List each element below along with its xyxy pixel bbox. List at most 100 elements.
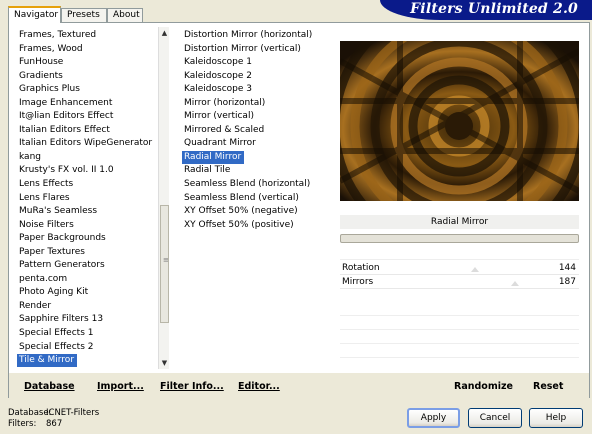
category-item-label: Lens Flares [19,192,70,203]
category-item-label: Paper Backgrounds [19,233,106,244]
app-title: Filters Unlimited 2.0 [410,1,578,17]
category-item[interactable]: Italian Editors WipeGenerator [17,137,167,151]
filter-item[interactable]: XY Offset 50% (negative) [182,205,337,219]
category-item-label: It@lian Editors Effect [19,111,114,122]
filter-item-label: Mirror (vertical) [184,111,254,122]
filter-list[interactable]: Distortion Mirror (horizontal) Distortion… [182,29,337,232]
filter-name-label: Radial Mirror [340,215,579,229]
category-item[interactable]: Lens Flares [17,192,167,206]
category-item[interactable]: Render [17,300,167,314]
category-item-label: Paper Textures [19,246,85,257]
category-item[interactable]: penta.com [17,273,167,287]
filter-item[interactable]: Distortion Mirror (horizontal) [182,29,337,43]
filter-item[interactable]: Mirrored & Scaled [182,124,337,138]
param-name: Mirrors [342,277,374,287]
filter-item-label: Radial Mirror [182,150,245,165]
category-item-label: Gradients [19,70,63,81]
filter-item-label: Radial Tile [184,165,231,176]
filter-progress-bar [340,234,579,243]
filter-item-label: Kaleidoscope 2 [184,70,252,81]
reset-button[interactable]: Reset [533,381,563,392]
param-row-rotation[interactable]: Rotation 144 [340,261,579,275]
category-item[interactable]: Italian Editors Effect [17,124,167,138]
param-name: Rotation [342,263,380,273]
category-item[interactable]: MuRa's Seamless [17,205,167,219]
category-item[interactable]: kang [17,151,167,165]
category-item[interactable]: Graphics Plus [17,83,167,97]
filter-item-label: Seamless Blend (horizontal) [184,179,311,190]
filter-item[interactable]: Quadrant Mirror [182,137,337,151]
category-item[interactable]: Frames, Textured [17,29,167,43]
tab-about[interactable]: About [107,8,143,22]
category-item[interactable]: FunHouse [17,56,167,70]
filter-item[interactable]: Seamless Blend (horizontal) [182,178,337,192]
help-button[interactable]: Help [529,408,583,428]
category-item[interactable]: Paper Backgrounds [17,232,167,246]
cancel-button[interactable]: Cancel [468,408,522,428]
filter-item[interactable]: Mirror (horizontal) [182,97,337,111]
category-item-label: Noise Filters [19,219,74,230]
param-row-mirrors[interactable]: Mirrors 187 [340,275,579,289]
filter-item[interactable]: Distortion Mirror (vertical) [182,43,337,57]
status-info: Database:ICNET-Filters Filters: 867 [8,408,99,430]
filter-item[interactable]: Radial Mirror [182,150,337,165]
category-list[interactable]: Frames, Textured Frames, Wood FunHouse Grad… [17,29,167,367]
filter-item[interactable]: Kaleidoscope 2 [182,70,337,84]
filters-count-label: Filters: [8,419,37,429]
filter-info-button[interactable]: Filter Info... [160,381,224,392]
database-button[interactable]: Database [24,381,75,392]
database-value: ICNET-Filters [46,408,100,418]
slider-marker-icon[interactable] [471,267,479,272]
category-item-label: Special Effects 2 [19,341,94,352]
category-item[interactable]: Gradients [17,70,167,84]
randomize-button[interactable]: Randomize [454,381,513,392]
category-item[interactable]: Frames, Wood [17,43,167,57]
category-item-label: penta.com [19,273,68,284]
filter-item-label: Mirrored & Scaled [184,124,265,135]
scroll-down-icon[interactable]: ▼ [160,359,169,367]
slider-marker-icon[interactable] [511,281,519,286]
category-item[interactable]: Tile & Mirror [17,354,167,367]
category-item[interactable]: Special Effects 2 [17,341,167,355]
filter-item[interactable]: Mirror (vertical) [182,110,337,124]
category-item[interactable]: Sapphire Filters 13 [17,313,167,327]
filter-item-label: Distortion Mirror (vertical) [184,43,301,54]
category-item[interactable]: Special Effects 1 [17,327,167,341]
category-item[interactable]: Image Enhancement [17,97,167,111]
category-item-label: kang [19,151,41,162]
apply-button[interactable]: Apply [407,408,460,428]
filter-item-label: Quadrant Mirror [184,138,256,149]
tab-navigator[interactable]: Navigator [8,6,61,23]
category-item[interactable]: Krusty's FX vol. II 1.0 [17,164,167,178]
import-button[interactable]: Import... [97,381,144,392]
tab-presets[interactable]: Presets [61,8,107,22]
category-item[interactable]: Paper Textures [17,246,167,260]
category-item-label: Pattern Generators [19,260,105,271]
scrollbar-thumb[interactable]: ≡ [160,205,169,323]
editor-button[interactable]: Editor... [238,381,280,392]
category-item[interactable]: Noise Filters [17,219,167,233]
database-label: Database: [8,408,52,418]
category-item-label: Frames, Textured [19,30,97,40]
category-item-label: Sapphire Filters 13 [19,314,104,325]
filter-item-label: Kaleidoscope 1 [184,57,252,68]
category-item-label: Italian Editors Effect [19,124,110,135]
category-item-label: Graphics Plus [19,84,80,95]
scroll-up-icon[interactable]: ▲ [160,29,169,37]
filter-item[interactable]: XY Offset 50% (positive) [182,219,337,233]
category-item[interactable]: Pattern Generators [17,259,167,273]
filter-item[interactable]: Kaleidoscope 1 [182,56,337,70]
category-scrollbar[interactable]: ▲ ≡ ▼ [158,27,169,369]
filter-item[interactable]: Radial Tile [182,164,337,178]
category-item-label: Photo Aging Kit [19,287,89,298]
filter-item-label: XY Offset 50% (negative) [184,206,298,217]
category-item[interactable]: It@lian Editors Effect [17,110,167,124]
filter-item[interactable]: Seamless Blend (vertical) [182,192,337,206]
filter-item[interactable]: Kaleidoscope 3 [182,83,337,97]
category-item[interactable]: Lens Effects [17,178,167,192]
param-value: 187 [558,277,576,287]
param-value: 144 [558,263,576,273]
category-item-label: Image Enhancement [19,97,113,108]
filter-item-label: Distortion Mirror (horizontal) [184,30,313,40]
category-item[interactable]: Photo Aging Kit [17,286,167,300]
